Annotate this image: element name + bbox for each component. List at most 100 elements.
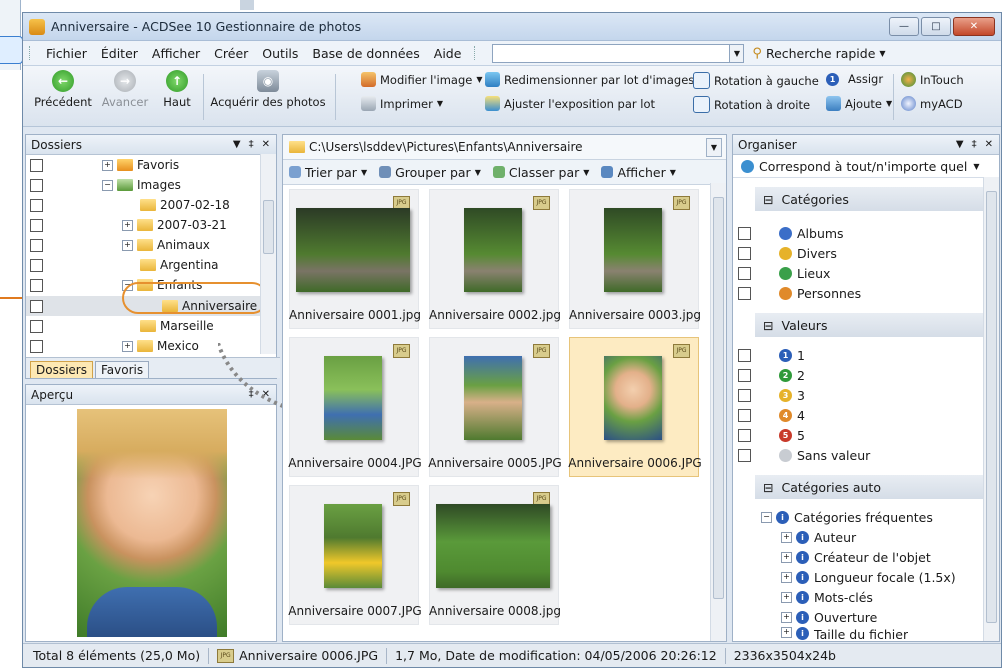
pin-icon[interactable]: ‡: [972, 139, 977, 150]
rotate-left-button[interactable]: Rotation à gauche: [693, 72, 819, 89]
tree-checkbox[interactable]: [30, 278, 43, 292]
tree-checkbox[interactable]: [30, 158, 43, 172]
print-button[interactable]: Imprimer ▼: [361, 96, 443, 111]
auto-item-aperture[interactable]: + i Ouverture: [781, 607, 877, 627]
menu-outils[interactable]: Outils: [255, 46, 305, 61]
path-dropdown[interactable]: ▼: [706, 137, 722, 157]
match-dropdown[interactable]: Correspond à tout/n'importe quel ▼: [733, 155, 999, 178]
auto-item-frequent[interactable]: − i Catégories fréquentes: [761, 507, 933, 527]
tree-checkbox[interactable]: [30, 238, 43, 252]
thumbnail-8[interactable]: JPG Anniversaire 0008.jpg: [429, 485, 561, 625]
add-button[interactable]: Ajoute ▼: [826, 96, 892, 111]
tab-favoris[interactable]: Favoris: [95, 361, 150, 378]
menu-afficher[interactable]: Afficher: [145, 46, 207, 61]
expand-icon[interactable]: +: [781, 531, 792, 543]
tree-checkbox[interactable]: [30, 178, 43, 192]
menu-fichier[interactable]: Fichier: [39, 46, 94, 61]
tree-item-favoris[interactable]: + Favoris: [26, 155, 262, 175]
menu-editer[interactable]: Éditer: [94, 46, 145, 61]
tree-item-argentina[interactable]: Argentina: [26, 255, 262, 275]
thumbnail-4[interactable]: JPG Anniversaire 0004.JPG: [288, 337, 422, 477]
tree-item-animaux[interactable]: + Animaux: [26, 235, 262, 255]
maximize-button[interactable]: □: [921, 17, 951, 36]
minimize-button[interactable]: —: [889, 17, 919, 36]
rating-1[interactable]: 11: [733, 345, 805, 365]
pin-icon[interactable]: ‡: [249, 139, 254, 150]
auto-item-focal-length[interactable]: + i Longueur focale (1.5x): [781, 567, 956, 587]
assign-button[interactable]: 1 Assigr: [826, 72, 883, 86]
close-icon[interactable]: ✕: [262, 139, 270, 150]
panel-menu-icon[interactable]: ▼: [233, 139, 241, 150]
tree-item-2007-03-21[interactable]: + 2007-03-21: [26, 215, 262, 235]
collapse-icon[interactable]: −: [761, 511, 772, 523]
tree-checkbox[interactable]: [30, 218, 43, 232]
rating-2[interactable]: 22: [733, 365, 805, 385]
quick-search-input[interactable]: [492, 43, 731, 63]
thumbnail-3[interactable]: JPG Anniversaire 0003.jpg: [569, 189, 701, 329]
edit-image-button[interactable]: Modifier l'image ▼: [361, 72, 483, 87]
scrollbar-thumb[interactable]: [263, 200, 274, 254]
expand-icon[interactable]: +: [102, 159, 113, 171]
rating-none[interactable]: Sans valeur: [733, 445, 870, 465]
close-icon[interactable]: ✕: [985, 139, 993, 150]
expand-icon[interactable]: +: [122, 239, 133, 251]
quick-search-button[interactable]: ⚲ Recherche rapide ▼: [752, 46, 885, 61]
back-button[interactable]: ← Précédent: [31, 70, 95, 109]
batch-resize-button[interactable]: Redimensionner par lot d'images: [485, 72, 694, 87]
sort-button[interactable]: Trier par ▼: [289, 165, 367, 180]
category-divers[interactable]: Divers: [733, 243, 837, 263]
acquire-button[interactable]: ◉ Acquérir des photos: [209, 70, 327, 109]
myacd-button[interactable]: myACD: [901, 96, 963, 111]
quick-search-dropdown[interactable]: ▼: [730, 43, 745, 63]
rating-3[interactable]: 33: [733, 385, 805, 405]
expand-icon[interactable]: +: [122, 219, 133, 231]
adjust-exposure-button[interactable]: Ajuster l'exposition par lot: [485, 96, 655, 111]
section-auto-categories[interactable]: ⊟ Catégories auto: [755, 475, 985, 499]
view-button[interactable]: Afficher ▼: [601, 165, 676, 180]
tree-checkbox[interactable]: [30, 198, 43, 212]
thumbnail-2[interactable]: JPG Anniversaire 0002.jpg: [429, 189, 561, 329]
thumbnail-5[interactable]: JPG Anniversaire 0005.JPG: [428, 337, 562, 477]
scrollbar-thumb[interactable]: [986, 191, 997, 623]
expand-icon[interactable]: +: [122, 340, 133, 352]
menu-base-de-donnees[interactable]: Base de données: [305, 46, 426, 61]
tree-item-marseille[interactable]: Marseille: [26, 316, 262, 336]
organizer-scrollbar[interactable]: [983, 177, 999, 641]
intouch-button[interactable]: InTouch: [901, 72, 964, 87]
section-ratings[interactable]: ⊟ Valeurs: [755, 313, 985, 337]
close-button[interactable]: ✕: [953, 17, 995, 36]
thumbnail-1[interactable]: JPG Anniversaire 0001.jpg: [289, 189, 421, 329]
category-personnes[interactable]: Personnes: [733, 283, 861, 303]
tree-item-2007-02-18[interactable]: 2007-02-18: [26, 195, 262, 215]
scrollbar-thumb[interactable]: [713, 197, 724, 599]
auto-item-author[interactable]: + i Auteur: [781, 527, 856, 547]
rotate-right-button[interactable]: Rotation à droite: [693, 96, 810, 113]
auto-item-file-size[interactable]: + i Taille du fichier: [781, 627, 908, 641]
rating-checkbox[interactable]: [738, 449, 751, 462]
tab-dossiers[interactable]: Dossiers: [30, 361, 93, 378]
path-bar[interactable]: C:\Users\lsddev\Pictures\Enfants\Anniver…: [283, 135, 726, 160]
folders-scrollbar[interactable]: [260, 154, 276, 354]
section-categories[interactable]: ⊟ Catégories: [755, 187, 985, 211]
panel-menu-icon[interactable]: ▼: [956, 139, 964, 150]
expand-icon[interactable]: +: [781, 611, 792, 623]
expand-icon[interactable]: +: [781, 627, 792, 638]
forward-button[interactable]: → Avancer: [97, 70, 153, 109]
rating-checkbox[interactable]: [738, 429, 751, 442]
rating-5[interactable]: 55: [733, 425, 805, 445]
browser-scrollbar[interactable]: [710, 183, 726, 641]
tree-checkbox[interactable]: [30, 319, 43, 333]
rating-checkbox[interactable]: [738, 369, 751, 382]
expand-icon[interactable]: +: [781, 591, 792, 603]
tree-checkbox[interactable]: [30, 299, 43, 313]
expand-icon[interactable]: +: [781, 571, 792, 583]
rating-4[interactable]: 44: [733, 405, 805, 425]
auto-item-creator[interactable]: + i Créateur de l'objet: [781, 547, 931, 567]
category-checkbox[interactable]: [738, 227, 751, 240]
thumbnail-7[interactable]: JPG Anniversaire 0007.JPG: [288, 485, 422, 625]
category-checkbox[interactable]: [738, 247, 751, 260]
category-albums[interactable]: Albums: [733, 223, 844, 243]
category-checkbox[interactable]: [738, 287, 751, 300]
group-button[interactable]: Grouper par ▼: [379, 165, 481, 180]
rating-checkbox[interactable]: [738, 349, 751, 362]
